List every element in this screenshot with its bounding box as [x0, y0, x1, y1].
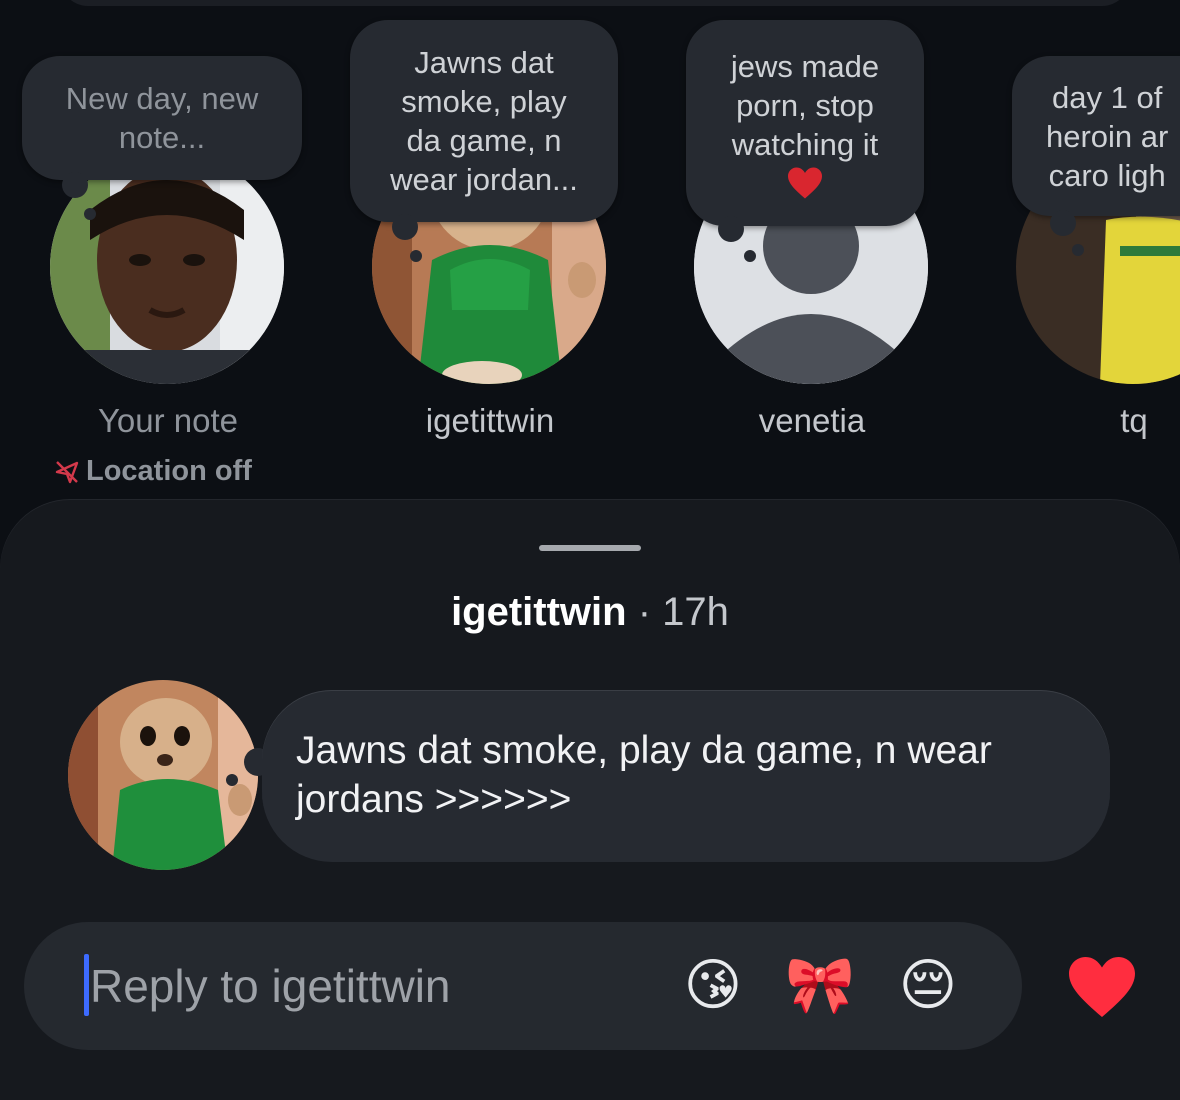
- note-owner-name: Your note: [97, 402, 239, 439]
- location-off-icon: [55, 460, 79, 483]
- note-item-venetia[interactable]: jews made porn, stop watching it venetia: [662, 0, 962, 490]
- note-bubble[interactable]: New day, new note...: [22, 56, 302, 180]
- bubble-tail: [62, 172, 88, 198]
- note-owner-name: igetittwin: [425, 402, 555, 439]
- bubble-tail-dot: [1072, 244, 1084, 256]
- note-bubble[interactable]: jews made porn, stop watching it: [686, 20, 924, 226]
- note-bubble[interactable]: Jawns dat smoke, play da game, n wear jo…: [350, 20, 618, 222]
- note-item-igetittwin[interactable]: Jawns dat smoke, play da game, n wear jo…: [340, 0, 640, 490]
- reply-input[interactable]: [90, 950, 650, 1022]
- bubble-tail-dot: [744, 250, 756, 262]
- bubble-tail-dot: [84, 208, 96, 220]
- note-text: jews made porn, stop watching it: [730, 48, 880, 162]
- bubble-tail-dot: [410, 250, 422, 262]
- location-label: Location off: [86, 455, 252, 487]
- note-owner-name: venetia: [758, 402, 866, 439]
- note-item-your-note[interactable]: New day, new note... Your note: [18, 0, 318, 490]
- note-item-tq[interactable]: day 1 of heroin ar caro ligh tq: [984, 0, 1180, 490]
- ribbon-emoji-button[interactable]: 🎀: [784, 950, 856, 1022]
- heart-icon[interactable]: [1066, 954, 1138, 1020]
- sheet-grabber[interactable]: [539, 545, 641, 551]
- bubble-tail: [718, 216, 744, 242]
- separator: ·: [637, 590, 652, 634]
- bubble-tail: [392, 214, 418, 240]
- location-status[interactable]: Location off: [54, 455, 252, 488]
- note-text: Jawns dat smoke, play da game, n wear jo…: [390, 45, 578, 197]
- message-tail-dot: [226, 774, 238, 786]
- kissing-face-emoji-button[interactable]: 😘: [677, 950, 749, 1022]
- bubble-tail: [1050, 210, 1076, 236]
- note-author[interactable]: igetittwin: [451, 590, 627, 634]
- pensive-face-emoji-button[interactable]: 😔: [892, 950, 964, 1022]
- text-caret: [84, 954, 89, 1016]
- note-message-text: Jawns dat smoke, play da game, n wear jo…: [296, 729, 992, 821]
- note-text: New day, new note...: [65, 81, 259, 155]
- note-message-bubble: Jawns dat smoke, play da game, n wear jo…: [262, 690, 1110, 862]
- note-timestamp: 17h: [662, 590, 729, 634]
- note-bubble[interactable]: day 1 of heroin ar caro ligh: [1012, 56, 1180, 216]
- note-owner-name: tq: [1120, 402, 1148, 439]
- notes-screen: New day, new note... Your note Location …: [0, 0, 1180, 1100]
- heart-emoji: [788, 167, 822, 198]
- note-text: day 1 of heroin ar caro ligh: [1046, 79, 1169, 193]
- sheet-header: igetittwin · 17h: [0, 590, 1180, 635]
